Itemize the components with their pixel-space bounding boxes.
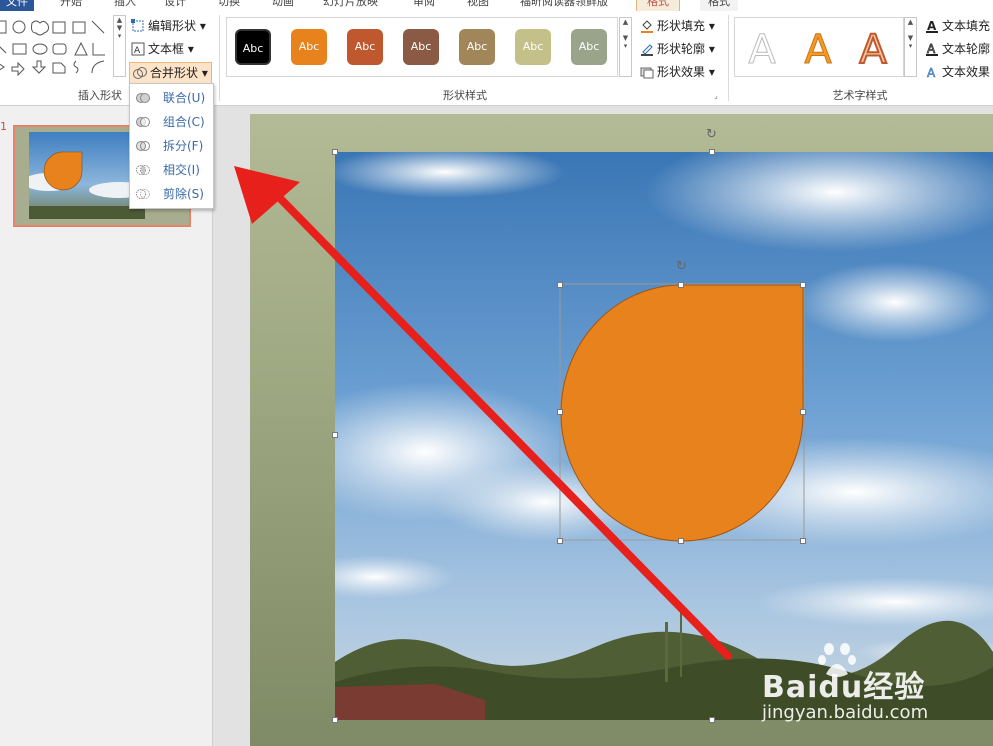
text-outline-button[interactable]: A 文本轮廓 <box>925 39 990 59</box>
slide-thumbnail-preview <box>29 132 145 219</box>
text-effects-label: 文本效果 <box>942 65 991 79</box>
wordart-style-2[interactable]: A <box>796 29 840 72</box>
tab-animations[interactable]: 动画 <box>272 0 294 11</box>
shapes-gallery[interactable] <box>0 15 112 79</box>
menu-item-fragment[interactable]: 拆分(F) <box>130 134 213 158</box>
menu-item-combine[interactable]: 组合(C) <box>130 110 213 134</box>
text-outline-icon: A <box>926 42 938 56</box>
tab-foxit[interactable]: 福昕阅读器领鲜版 <box>520 0 608 11</box>
edit-shape-label: 编辑形状 <box>148 19 197 33</box>
tab-slideshow[interactable]: 幻灯片放映 <box>323 0 378 11</box>
union-icon <box>136 93 150 103</box>
shape-style-tile-2[interactable]: Abc <box>291 29 327 65</box>
tab-view[interactable]: 视图 <box>467 0 489 11</box>
text-box-button[interactable]: A 文本框 ▾ <box>131 39 194 59</box>
merge-shapes-label: 合并形状 <box>150 66 199 80</box>
menu-item-intersect-label: 相交(I) <box>163 163 200 177</box>
baidu-jingyan-watermark: Baidu经验 jingyan.baidu.com <box>760 640 960 725</box>
shape-styles-scroll[interactable]: ▲ ▼ ▾ <box>619 17 632 77</box>
shape-effects-icon <box>640 67 654 79</box>
shape-fill-button[interactable]: 形状填充 ▾ <box>640 16 715 36</box>
ribbon-tab-bar: 文件 开始 插入 设计 切换 动画 幻灯片放映 审阅 视图 福昕阅读器领鲜版 格… <box>0 0 993 11</box>
shape-style-tile-1[interactable]: Abc <box>235 29 271 65</box>
group-separator <box>219 15 220 101</box>
menu-item-fragment-label: 拆分(F) <box>163 139 204 153</box>
wordart-group-label: 艺术字样式 <box>832 89 888 102</box>
resize-handle[interactable] <box>332 149 338 155</box>
merge-shapes-menu: 联合(U) 组合(C) 拆分(F) 相交(I) 剪除(S) <box>129 83 214 209</box>
shape-fill-label: 形状填充 <box>657 19 706 33</box>
tab-insert[interactable]: 插入 <box>114 0 136 11</box>
slide-number: 1 <box>0 120 7 133</box>
rotate-handle-icon[interactable]: ↻ <box>706 127 717 142</box>
svg-text:A: A <box>927 42 936 56</box>
fragment-icon <box>136 141 150 151</box>
shape-outline-button[interactable]: 形状轮廓 ▾ <box>640 39 715 59</box>
shape-effects-label: 形状效果 <box>657 65 706 79</box>
resize-handle[interactable] <box>332 717 338 723</box>
shape-style-tile-5[interactable]: Abc <box>459 29 495 65</box>
text-fill-icon: A <box>926 19 938 33</box>
shape-style-tile-6[interactable]: Abc <box>515 29 551 65</box>
edit-shape-icon <box>131 19 144 32</box>
shape-style-tile-7[interactable]: Abc <box>571 29 607 65</box>
svg-text:A: A <box>927 19 937 33</box>
wordart-style-1[interactable]: A <box>740 29 784 72</box>
menu-item-union-label: 联合(U) <box>163 91 206 105</box>
shape-resize-handle[interactable] <box>800 409 806 415</box>
text-fill-label: 文本填充 <box>942 19 991 33</box>
merge-shapes-icon <box>133 67 147 79</box>
watermark-url: jingyan.baidu.com <box>762 702 929 723</box>
thumbnail-image <box>29 132 145 219</box>
menu-item-combine-label: 组合(C) <box>163 115 205 129</box>
paint-bucket-icon <box>641 20 653 33</box>
text-box-icon: A <box>131 42 145 56</box>
shape-resize-handle[interactable] <box>800 538 806 544</box>
insert-shapes-group-label: 插入形状 <box>78 89 122 102</box>
edit-shape-button[interactable]: 编辑形状 ▾ <box>131 16 206 36</box>
shapes-gallery-scroll[interactable]: ▲ ▼ ▾ <box>113 15 126 77</box>
shape-resize-handle[interactable] <box>800 282 806 288</box>
group-separator <box>728 15 729 101</box>
resize-handle[interactable] <box>709 149 715 155</box>
text-effects-button[interactable]: A 文本效果 <box>925 62 990 82</box>
dialog-launcher-icon[interactable]: ⌟ <box>714 91 718 100</box>
intersect-icon <box>136 165 150 175</box>
tab-format-2[interactable]: 格式 <box>700 0 738 11</box>
menu-item-union[interactable]: 联合(U) <box>130 86 213 110</box>
watermark-brand: Baidu经验 <box>762 670 926 705</box>
subtract-icon <box>136 189 150 199</box>
text-effects-icon: A <box>927 66 937 79</box>
shape-outline-label: 形状轮廓 <box>657 42 706 56</box>
tab-review[interactable]: 审阅 <box>413 0 435 11</box>
wordart-style-3[interactable]: A <box>851 28 895 72</box>
tab-file[interactable]: 文件 <box>0 0 34 11</box>
combine-icon <box>136 117 150 127</box>
wordart-scroll[interactable]: ▲ ▼ ▾ <box>904 17 917 77</box>
svg-text:A: A <box>927 66 936 79</box>
red-arrow-annotation <box>234 166 732 660</box>
text-outline-label: 文本轮廓 <box>942 42 991 56</box>
menu-item-subtract[interactable]: 剪除(S) <box>130 182 213 206</box>
shape-style-tile-4[interactable]: Abc <box>403 29 439 65</box>
shape-styles-group-label: 形状样式 <box>443 89 487 102</box>
svg-text:A: A <box>134 46 141 56</box>
menu-item-subtract-label: 剪除(S) <box>163 187 204 201</box>
tab-format-active[interactable]: 格式 <box>636 0 680 11</box>
tab-design[interactable]: 设计 <box>164 0 186 11</box>
shape-style-tile-3[interactable]: Abc <box>347 29 383 65</box>
tab-home[interactable]: 开始 <box>60 0 82 11</box>
text-fill-button[interactable]: A 文本填充 <box>925 16 990 36</box>
menu-item-intersect[interactable]: 相交(I) <box>130 158 213 182</box>
shapes-gallery-icons <box>0 20 105 77</box>
merge-shapes-button[interactable]: 合并形状 ▾ <box>129 62 212 84</box>
pencil-icon <box>641 44 653 56</box>
shape-effects-button[interactable]: 形状效果 ▾ <box>640 62 715 82</box>
text-box-label: 文本框 <box>148 42 185 56</box>
resize-handle[interactable] <box>709 717 715 723</box>
tab-transitions[interactable]: 切换 <box>218 0 240 11</box>
